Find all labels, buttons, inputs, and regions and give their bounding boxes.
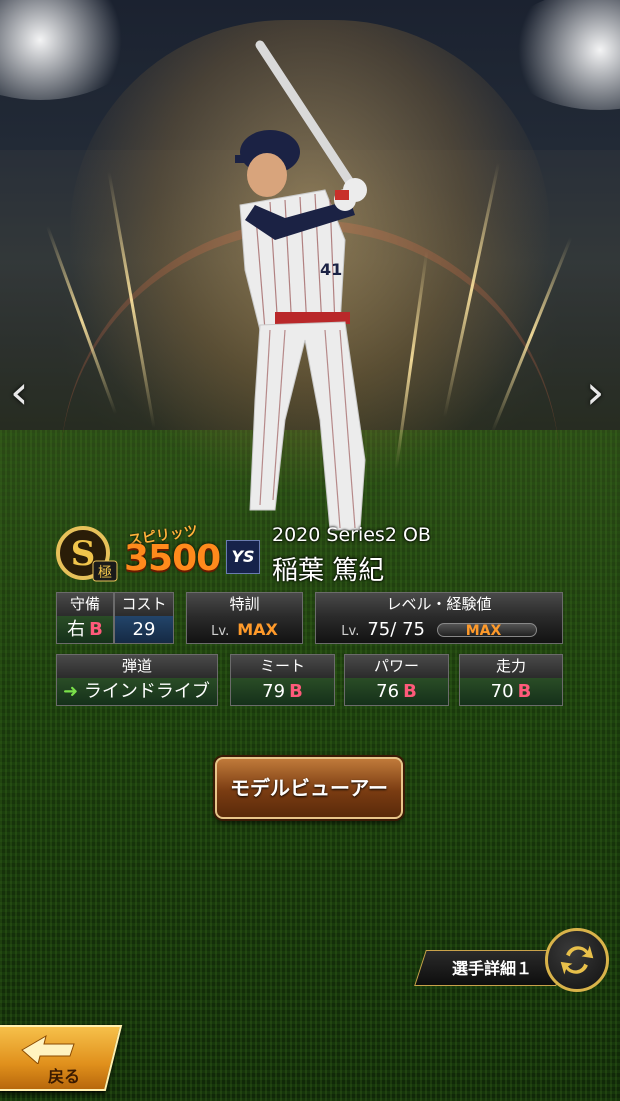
back-label[interactable]: 戻る <box>48 1063 80 1087</box>
defense-grade: B <box>89 619 103 640</box>
card-series: 2020 Series2 OB <box>272 524 431 546</box>
rank-badge: S 極 <box>56 526 118 582</box>
spirit-value: 3500 <box>124 538 221 579</box>
player-name: 稲葉 篤紀 <box>272 556 385 586</box>
line-drive-arrow-icon: ➜ <box>63 681 79 702</box>
meet-grade: B <box>289 681 303 702</box>
swap-detail-icon[interactable] <box>545 928 609 992</box>
level-current: 75 <box>367 619 391 640</box>
meet-box: ミート 79 B <box>230 654 335 706</box>
rank-sub: 極 <box>98 565 112 581</box>
uniform-number: 41 <box>320 260 342 279</box>
power-value: 76 <box>376 681 400 702</box>
cost-header: コスト <box>115 593 173 616</box>
model-viewer-button[interactable]: モデルビューアー <box>215 757 403 819</box>
speed-box: 走力 70 B <box>459 654 563 706</box>
trajectory-value: ラインドライブ <box>83 681 210 702</box>
trajectory-header: 弾道 <box>57 655 217 678</box>
stadium-light-left <box>0 0 140 100</box>
power-box: パワー 76 B <box>344 654 449 706</box>
meet-header: ミート <box>231 655 334 678</box>
defense-position: 右 <box>67 619 86 640</box>
team-logo-icon: YS <box>226 540 260 574</box>
defense-box: 守備 右B <box>56 592 114 644</box>
back-arrow-icon <box>21 1034 75 1064</box>
speed-header: 走力 <box>460 655 562 678</box>
defense-header: 守備 <box>57 593 113 616</box>
next-player-arrow[interactable]: › <box>586 365 604 419</box>
experience-bar: MAX <box>436 623 537 638</box>
cost-value: 29 <box>115 616 173 643</box>
player-figure: 41 <box>235 40 367 531</box>
speed-grade: B <box>517 681 532 702</box>
player-detail-label[interactable]: 選手詳細１ <box>432 955 552 979</box>
level-box: レベル・経験値 Lv. 75/ 75 MAX <box>315 592 563 644</box>
level-header: レベル・経験値 <box>316 593 562 616</box>
level-separator: / <box>390 619 397 640</box>
meet-value: 79 <box>262 681 286 702</box>
level-max: 75 <box>402 619 425 640</box>
cost-box: コスト 29 <box>114 592 174 644</box>
stadium-light-right <box>500 0 620 110</box>
speed-value: 70 <box>490 681 514 702</box>
previous-player-arrow[interactable]: ‹ <box>10 365 28 419</box>
training-value: MAX <box>237 620 278 639</box>
training-header: 特訓 <box>187 593 302 616</box>
training-box: 特訓 Lv. MAX <box>186 592 303 644</box>
power-header: パワー <box>345 655 448 678</box>
power-grade: B <box>403 681 417 702</box>
training-lv-label: Lv. <box>211 624 230 639</box>
rank-letter: S <box>71 534 96 574</box>
trajectory-box: 弾道 ➜ ラインドライブ <box>56 654 218 706</box>
level-lv-label: Lv. <box>341 624 360 639</box>
